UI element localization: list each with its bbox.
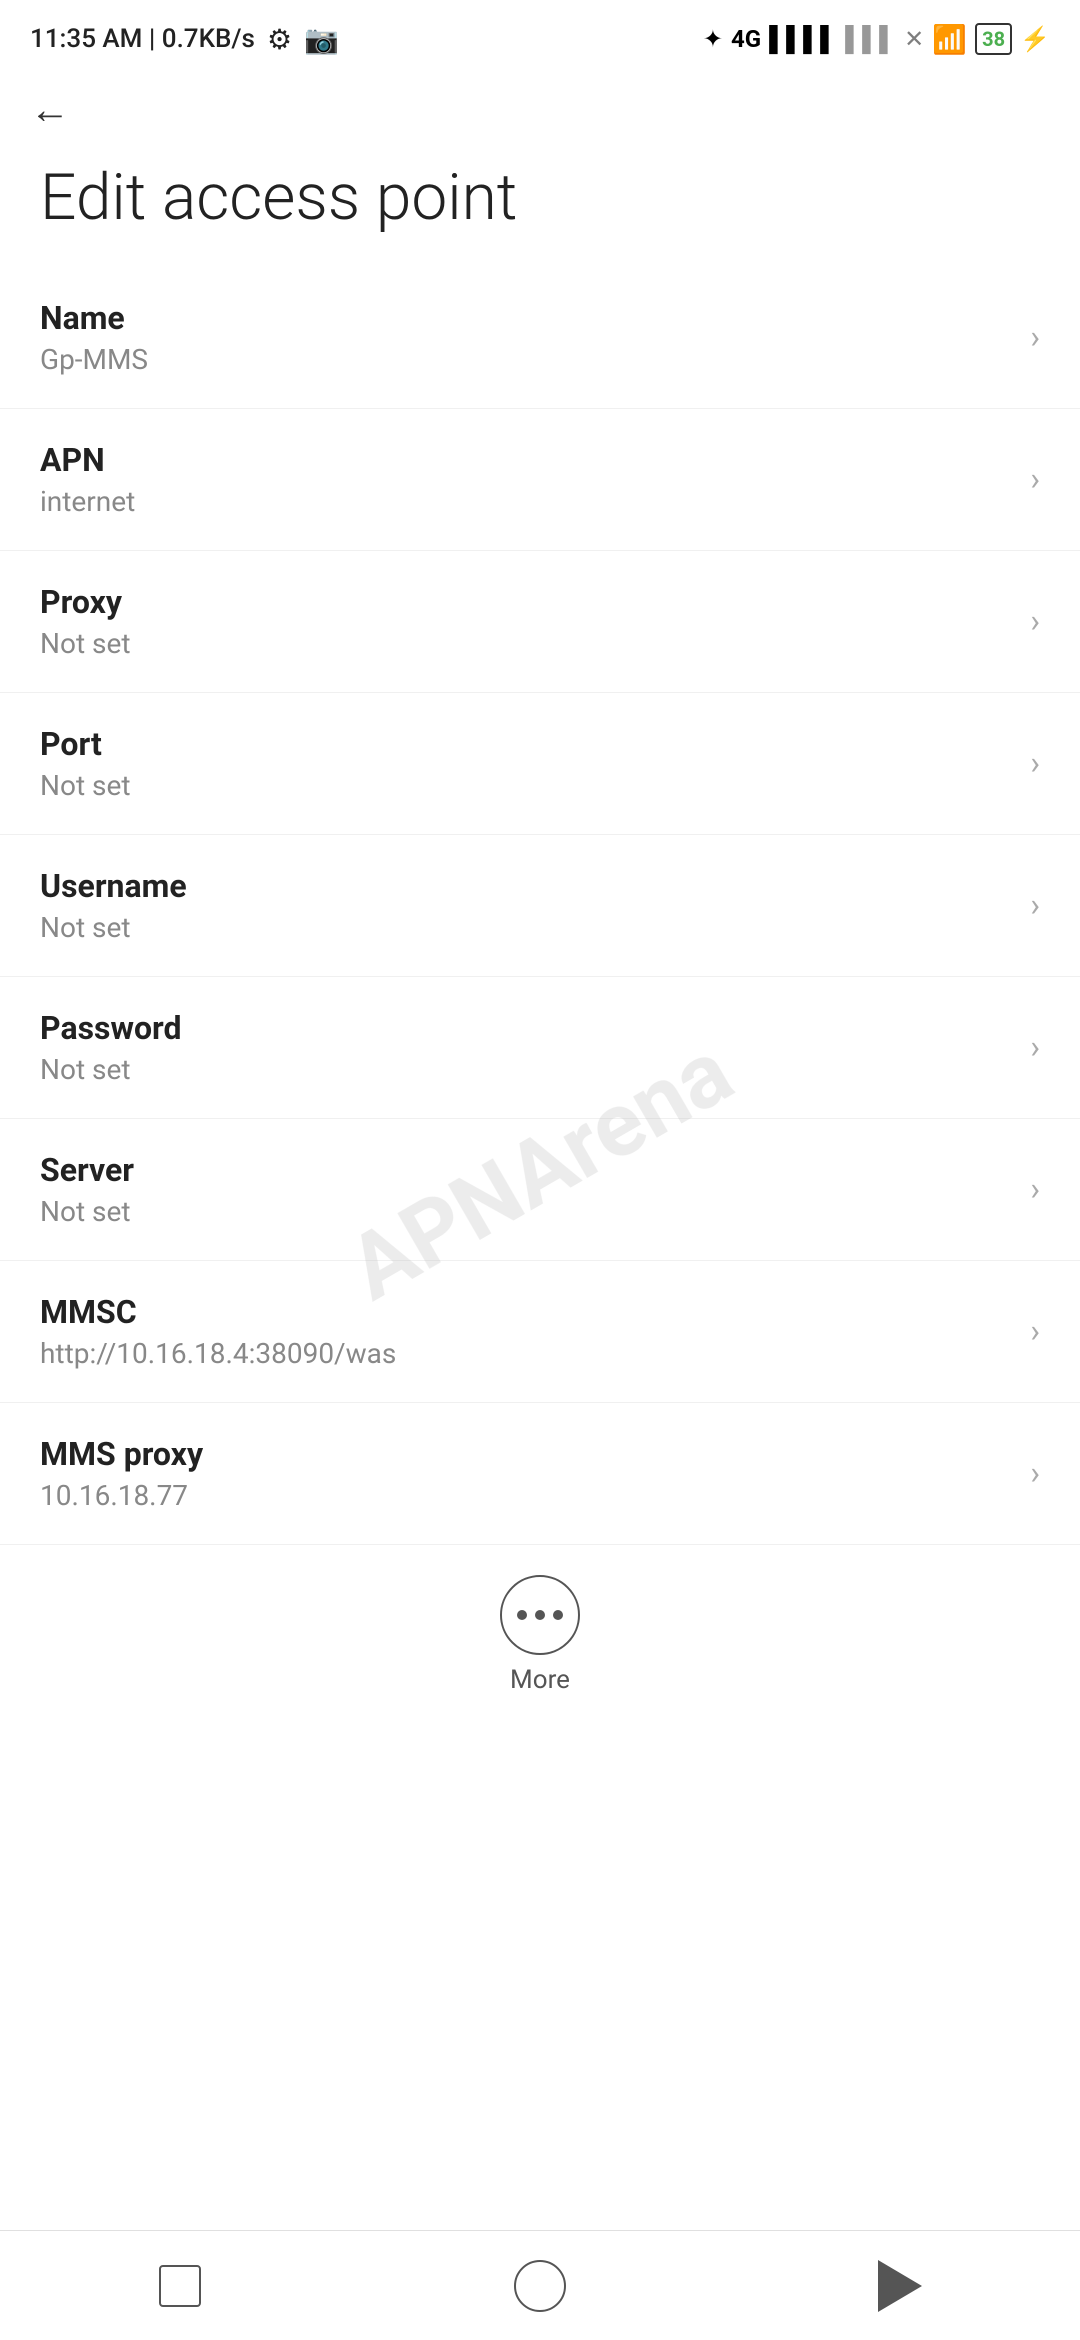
home-icon [514, 2260, 566, 2312]
settings-item-apn[interactable]: APN internet › [0, 409, 1080, 551]
more-button[interactable]: More [0, 1545, 1080, 1715]
signal-4g-icon: 4G [731, 25, 761, 53]
chevron-icon-port: › [1030, 744, 1040, 782]
settings-label-server: Server [40, 1151, 1010, 1189]
status-bar: 11:35 AM | 0.7KB/s ⚙ 📷 ✦ 4G ▌▌▌▌ ▌▌▌ ✕ 📶… [0, 0, 1080, 70]
settings-value-username: Not set [40, 911, 1010, 944]
chevron-icon-apn: › [1030, 460, 1040, 498]
more-dots-icon [517, 1610, 563, 1620]
settings-label-proxy: Proxy [40, 583, 1010, 621]
settings-label-username: Username [40, 867, 1010, 905]
settings-list: Name Gp-MMS › APN internet › Proxy Not s… [0, 267, 1080, 1545]
settings-value-proxy: Not set [40, 627, 1010, 660]
bluetooth-icon: ✦ [703, 25, 723, 53]
back-nav-button[interactable] [850, 2231, 950, 2340]
chevron-icon-username: › [1030, 886, 1040, 924]
settings-value-server: Not set [40, 1195, 1010, 1228]
recents-button[interactable] [130, 2231, 230, 2340]
settings-label-password: Password [40, 1009, 1010, 1047]
settings-item-username[interactable]: Username Not set › [0, 835, 1080, 977]
settings-value-name: Gp-MMS [40, 343, 1010, 376]
settings-value-apn: internet [40, 485, 1010, 518]
page-title: Edit access point [0, 140, 1080, 267]
more-label: More [510, 1665, 570, 1695]
status-time: 11:35 AM | 0.7KB/s ⚙ 📷 [30, 23, 339, 56]
home-button[interactable] [490, 2231, 590, 2340]
chevron-icon-mms-proxy: › [1030, 1454, 1040, 1492]
settings-item-name[interactable]: Name Gp-MMS › [0, 267, 1080, 409]
charging-icon: ⚡ [1020, 25, 1050, 53]
back-nav-icon [878, 2260, 922, 2312]
chevron-icon-name: › [1030, 318, 1040, 356]
settings-value-mms-proxy: 10.16.18.77 [40, 1479, 1010, 1512]
more-circle-icon[interactable] [500, 1575, 580, 1655]
chevron-icon-password: › [1030, 1028, 1040, 1066]
settings-value-mmsc: http://10.16.18.4:38090/was [40, 1337, 1010, 1370]
chevron-icon-proxy: › [1030, 602, 1040, 640]
settings-label-port: Port [40, 725, 1010, 763]
camera-icon: 📷 [304, 23, 339, 56]
navigation-bar [0, 2230, 1080, 2340]
settings-item-mms-proxy[interactable]: MMS proxy 10.16.18.77 › [0, 1403, 1080, 1545]
settings-label-mmsc: MMSC [40, 1293, 1010, 1331]
settings-item-proxy[interactable]: Proxy Not set › [0, 551, 1080, 693]
settings-label-mms-proxy: MMS proxy [40, 1435, 1010, 1473]
settings-item-server[interactable]: Server Not set › [0, 1119, 1080, 1261]
settings-item-password[interactable]: Password Not set › [0, 977, 1080, 1119]
settings-icon: ⚙ [267, 23, 292, 56]
chevron-icon-mmsc: › [1030, 1312, 1040, 1350]
settings-value-port: Not set [40, 769, 1010, 802]
settings-label-name: Name [40, 299, 1010, 337]
time-text: 11:35 AM | 0.7KB/s [30, 24, 255, 54]
back-button[interactable]: ← [0, 70, 1080, 140]
chevron-icon-server: › [1030, 1170, 1040, 1208]
signal-bars2-icon: ▌▌▌ [845, 25, 896, 54]
recents-icon [159, 2265, 201, 2307]
x-icon: ✕ [904, 25, 924, 53]
settings-label-apn: APN [40, 441, 1010, 479]
settings-item-mmsc[interactable]: MMSC http://10.16.18.4:38090/was › [0, 1261, 1080, 1403]
battery-indicator: 38 [975, 23, 1012, 55]
signal-bars-icon: ▌▌▌▌ [769, 25, 837, 54]
status-right-icons: ✦ 4G ▌▌▌▌ ▌▌▌ ✕ 📶 38 ⚡ [703, 23, 1050, 56]
back-arrow-icon: ← [30, 86, 70, 133]
wifi-icon: 📶 [932, 23, 967, 56]
settings-value-password: Not set [40, 1053, 1010, 1086]
settings-item-port[interactable]: Port Not set › [0, 693, 1080, 835]
